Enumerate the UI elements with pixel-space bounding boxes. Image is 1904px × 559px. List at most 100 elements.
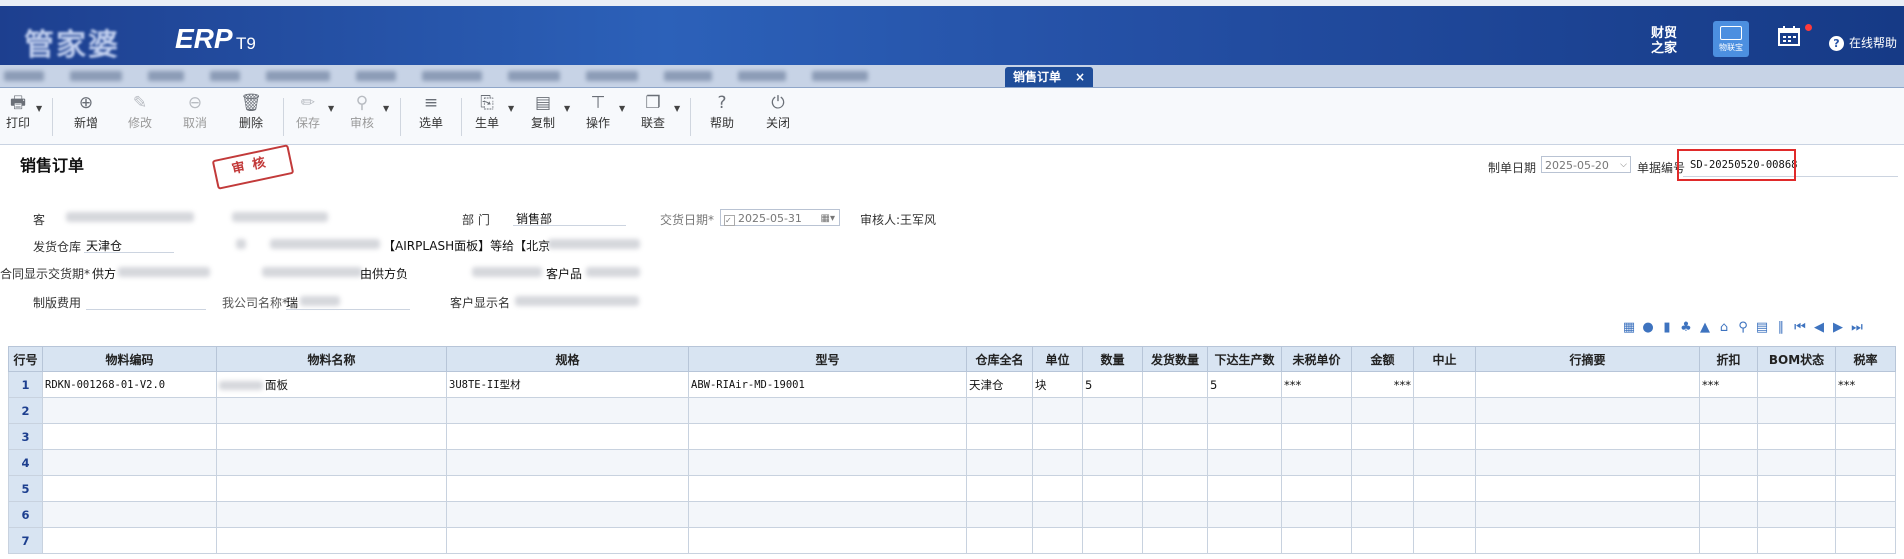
column-chart-icon[interactable]: ▮ — [1658, 320, 1676, 335]
col-header[interactable]: 仓库全名 — [966, 346, 1033, 372]
checkbox-icon[interactable]: ✓ — [724, 215, 735, 226]
org-icon[interactable]: ♣ — [1677, 320, 1695, 335]
select-order-button[interactable]: ≡ 选单 — [415, 92, 447, 131]
close-icon[interactable]: × — [1075, 70, 1085, 84]
col-header[interactable]: 物料编码 — [42, 346, 217, 372]
edit-label: 修改 — [127, 116, 152, 130]
cell-tax[interactable]: *** — [1835, 371, 1896, 398]
caiwu-button[interactable]: 财贸 之家 — [1648, 26, 1680, 56]
col-header[interactable]: 行摘要 — [1475, 346, 1700, 372]
col-header[interactable]: 规格 — [446, 346, 689, 372]
operate-button[interactable]: ⊤ 操作 — [582, 92, 614, 131]
cell-discount[interactable]: *** — [1699, 371, 1758, 398]
tab-sales-order[interactable]: 销售订单 × — [1005, 67, 1094, 87]
calculator-icon[interactable]: ▤ — [1753, 320, 1771, 335]
help-button[interactable]: ? 帮助 — [706, 92, 738, 131]
table-row[interactable]: 1 RDKN-001268-01-V2.0 面板 3U8TE-II型材 ABW-… — [8, 371, 1896, 398]
attach-icon[interactable]: ∥ — [1772, 320, 1790, 335]
online-help-button[interactable]: ? 在线帮助 — [1829, 34, 1897, 51]
search-icon[interactable]: ⚲ — [1734, 320, 1752, 335]
next-icon[interactable]: ▶ — [1829, 320, 1847, 335]
query-button[interactable]: ❐ 联查 — [637, 92, 669, 131]
add-button[interactable]: ⊕ 新增 — [70, 92, 102, 131]
customer-display-blurred[interactable] — [515, 296, 639, 306]
cell-material-name[interactable]: 面板 — [216, 371, 447, 398]
first-icon[interactable]: ⏮ — [1791, 320, 1809, 335]
table-row[interactable]: 6 — [8, 501, 1896, 528]
calendar-button[interactable] — [1778, 26, 1800, 46]
table-row[interactable]: 4 — [8, 449, 1896, 476]
customer-value-blurred[interactable] — [66, 212, 194, 222]
delivery-date-field[interactable]: ✓ 2025-05-31 ▦▾ — [720, 209, 840, 226]
col-header[interactable]: 物料名称 — [216, 346, 447, 372]
grid-layout-icon[interactable]: ▦ — [1620, 320, 1638, 335]
generate-order-button[interactable]: ⎘ 生单 — [471, 92, 503, 131]
col-header[interactable]: BOM状态 — [1757, 346, 1836, 372]
help-circle-icon: ? — [1829, 36, 1844, 51]
col-header[interactable]: 未税单价 — [1281, 346, 1352, 372]
col-header[interactable]: 税率 — [1835, 346, 1896, 372]
cell-stop[interactable] — [1413, 371, 1476, 398]
col-header[interactable]: 单位 — [1032, 346, 1083, 372]
cell-ship-qty[interactable] — [1142, 371, 1208, 398]
table-row[interactable]: 2 — [8, 397, 1896, 424]
company-label: 我公司名称* — [222, 296, 289, 310]
edit-button[interactable]: ✎ 修改 — [124, 92, 156, 131]
customer-product-fragment: 客户品 — [546, 267, 583, 281]
cell-price[interactable]: *** — [1281, 371, 1352, 398]
col-header[interactable]: 行号 — [8, 346, 43, 372]
print-button[interactable]: 🖶 打印 — [4, 92, 32, 131]
chat-icon[interactable]: ● — [1639, 320, 1657, 335]
contact-blurred — [232, 212, 328, 222]
audit-button[interactable]: ⚲ 审核 — [346, 92, 378, 131]
delete-button[interactable]: 🗑 删除 — [235, 92, 267, 131]
cell-material-code[interactable]: RDKN-001268-01-V2.0 — [42, 371, 217, 398]
cell-memo[interactable] — [1475, 371, 1700, 398]
col-header[interactable]: 金额 — [1351, 346, 1414, 372]
delivery-date-value: 2025-05-31 — [738, 212, 802, 225]
copy-button[interactable]: ▤ 复制 — [527, 92, 559, 131]
blurred-tabs — [4, 70, 1004, 82]
cell-amount[interactable]: *** — [1351, 371, 1414, 398]
qr-icon — [1720, 26, 1742, 40]
plate-fee-field[interactable] — [86, 309, 206, 310]
warehouse-label: 发货仓库 — [33, 240, 82, 254]
prev-icon[interactable]: ◀ — [1810, 320, 1828, 335]
department-label: 部 门 — [462, 213, 490, 227]
make-date-field[interactable]: 2025-05-20 ⌵ — [1541, 156, 1631, 173]
wulianbao-button[interactable]: 物联宝 — [1713, 21, 1749, 57]
contract-delivery-label: 合同显示交货期* — [0, 267, 91, 281]
cancel-icon: ⊖ — [187, 93, 203, 113]
calendar-dropdown-icon: ▦▾ — [820, 213, 835, 224]
company-blurred[interactable] — [300, 296, 340, 306]
cell-spec[interactable]: 3U8TE-II型材 — [446, 371, 689, 398]
home-icon[interactable]: ⌂ — [1715, 320, 1733, 335]
row-number: 6 — [8, 501, 43, 528]
cell-unit[interactable]: 块 — [1032, 371, 1083, 398]
notification-dot — [1805, 24, 1812, 31]
cell-qty[interactable]: 5 — [1082, 371, 1143, 398]
contract-delivery-blurred[interactable] — [118, 267, 210, 277]
col-header[interactable]: 型号 — [688, 346, 967, 372]
col-header[interactable]: 中止 — [1413, 346, 1476, 372]
cancel-button[interactable]: ⊖ 取消 — [179, 92, 211, 131]
toolbar-separator — [690, 98, 691, 136]
warehouse-underline — [84, 252, 174, 253]
table-row[interactable]: 5 — [8, 475, 1896, 502]
cell-warehouse[interactable]: 天津仓 — [966, 371, 1033, 398]
col-header[interactable]: 下达生产数 — [1207, 346, 1282, 372]
table-row[interactable]: 3 — [8, 423, 1896, 450]
save-button[interactable]: ✏ 保存 — [292, 92, 324, 131]
col-header[interactable]: 折扣 — [1699, 346, 1758, 372]
col-header[interactable]: 发货数量 — [1142, 346, 1208, 372]
last-icon[interactable]: ⏭ — [1848, 320, 1866, 335]
table-row[interactable]: 7 — [8, 527, 1896, 554]
customer-product-blurred — [472, 267, 542, 277]
customer-label: 客 — [33, 213, 46, 227]
close-button[interactable]: ⏻ 关闭 — [762, 92, 794, 131]
col-header[interactable]: 数量 — [1082, 346, 1143, 372]
cell-model[interactable]: ABW-RIAir-MD-19001 — [688, 371, 967, 398]
user-icon[interactable]: ▲ — [1696, 320, 1714, 335]
cell-bom[interactable] — [1757, 371, 1836, 398]
cell-prod-qty[interactable]: 5 — [1207, 371, 1282, 398]
